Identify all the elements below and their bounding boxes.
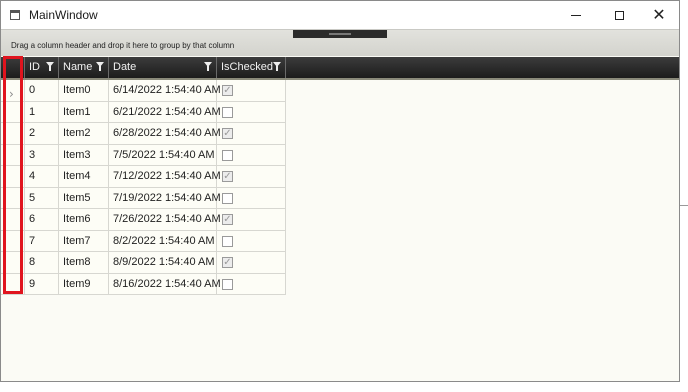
column-header-id[interactable]: ID	[25, 57, 59, 78]
row-header-highlight-box	[3, 56, 23, 294]
id-cell[interactable]: 4	[25, 166, 59, 187]
table-row[interactable]: 5 Item5 7/19/2022 1:54:40 AM	[1, 187, 286, 209]
ischecked-cell	[217, 101, 286, 122]
grid-rows: › 0 Item0 6/14/2022 1:54:40 AM ✓ 1 Item1 6/21/2…	[1, 80, 286, 295]
ischecked-cell: ✓	[217, 166, 286, 187]
app-icon	[10, 10, 20, 20]
title-bar[interactable]: MainWindow ✕	[1, 1, 679, 29]
close-button[interactable]: ✕	[639, 1, 679, 29]
id-cell[interactable]: 6	[25, 209, 59, 230]
window-title: MainWindow	[29, 8, 98, 22]
id-cell[interactable]: 0	[25, 80, 59, 101]
id-cell[interactable]: 8	[25, 252, 59, 273]
name-cell[interactable]: Item8	[59, 252, 109, 273]
date-cell[interactable]: 7/19/2022 1:54:40 AM	[109, 187, 221, 208]
column-header-label: Date	[113, 61, 137, 73]
ischecked-checkbox[interactable]	[222, 192, 233, 204]
date-cell[interactable]: 6/28/2022 1:54:40 AM	[109, 123, 221, 144]
minimize-button[interactable]	[556, 1, 596, 29]
column-header-label: IsChecked	[221, 61, 273, 73]
ischecked-cell	[217, 144, 286, 165]
maximize-button[interactable]	[599, 1, 639, 29]
date-cell[interactable]: 6/21/2022 1:54:40 AM	[109, 101, 221, 122]
date-cell[interactable]: 8/2/2022 1:54:40 AM	[109, 230, 217, 251]
ischecked-checkbox[interactable]: ✓	[222, 257, 233, 268]
main-window: MainWindow ✕ Drag a column header and dr…	[0, 0, 680, 382]
ischecked-cell: ✓	[217, 209, 286, 230]
filter-icon[interactable]	[46, 62, 54, 71]
ischecked-cell: ✓	[217, 252, 286, 273]
id-cell[interactable]: 5	[25, 187, 59, 208]
table-row[interactable]: 8 Item8 8/9/2022 1:54:40 AM ✓	[1, 252, 286, 274]
ischecked-cell	[217, 187, 286, 208]
ischecked-checkbox[interactable]: ✓	[222, 85, 233, 96]
table-row[interactable]: 7 Item7 8/2/2022 1:54:40 AM	[1, 230, 286, 252]
date-cell[interactable]: 7/5/2022 1:54:40 AM	[109, 144, 217, 165]
column-header-label: Name	[63, 61, 93, 73]
date-cell[interactable]: 8/16/2022 1:54:40 AM	[109, 273, 221, 294]
id-cell[interactable]: 9	[25, 273, 59, 294]
id-cell[interactable]: 1	[25, 101, 59, 122]
column-header-label: ID	[29, 61, 40, 73]
ischecked-checkbox[interactable]: ✓	[222, 214, 233, 225]
name-cell[interactable]: Item7	[59, 230, 109, 251]
ischecked-checkbox[interactable]	[222, 149, 233, 161]
maximize-icon	[614, 10, 624, 20]
id-cell[interactable]: 2	[25, 123, 59, 144]
table-row[interactable]: 2 Item2 6/28/2022 1:54:40 AM ✓	[1, 123, 286, 145]
filter-icon[interactable]	[273, 62, 281, 71]
filter-icon[interactable]	[96, 62, 104, 71]
ischecked-checkbox[interactable]: ✓	[222, 171, 233, 182]
table-row[interactable]: › 0 Item0 6/14/2022 1:54:40 AM ✓	[1, 80, 286, 102]
name-cell[interactable]: Item2	[59, 123, 109, 144]
ischecked-checkbox[interactable]	[222, 235, 233, 247]
table-row[interactable]: 6 Item6 7/26/2022 1:54:40 AM ✓	[1, 209, 286, 231]
date-cell[interactable]: 7/12/2022 1:54:40 AM	[109, 166, 221, 187]
name-cell[interactable]: Item5	[59, 187, 109, 208]
ischecked-cell	[217, 273, 286, 294]
background-line	[680, 205, 688, 206]
table-row[interactable]: 1 Item1 6/21/2022 1:54:40 AM	[1, 101, 286, 123]
filter-icon[interactable]	[204, 62, 212, 71]
close-icon: ✕	[652, 5, 666, 24]
date-cell[interactable]: 6/14/2022 1:54:40 AM	[109, 80, 221, 101]
date-cell[interactable]: 7/26/2022 1:54:40 AM	[109, 209, 221, 230]
minimize-icon	[571, 14, 581, 16]
name-cell[interactable]: Item3	[59, 144, 109, 165]
table-row[interactable]: 3 Item3 7/5/2022 1:54:40 AM	[1, 144, 286, 166]
column-header-ischecked[interactable]: IsChecked	[217, 57, 286, 78]
table-row[interactable]: 4 Item4 7/12/2022 1:54:40 AM ✓	[1, 166, 286, 188]
panel-grip-handle[interactable]	[293, 30, 387, 38]
column-header-date[interactable]: Date	[109, 57, 217, 78]
ischecked-cell: ✓	[217, 123, 286, 144]
ischecked-checkbox[interactable]	[222, 278, 233, 290]
name-cell[interactable]: Item1	[59, 101, 109, 122]
ischecked-checkbox[interactable]: ✓	[222, 128, 233, 139]
name-cell[interactable]: Item6	[59, 209, 109, 230]
grid-header: ID Name Date IsChecked	[1, 57, 679, 80]
date-cell[interactable]: 8/9/2022 1:54:40 AM	[109, 252, 217, 273]
column-header-name[interactable]: Name	[59, 57, 109, 78]
table-row[interactable]: 9 Item9 8/16/2022 1:54:40 AM	[1, 273, 286, 295]
ischecked-cell: ✓	[217, 80, 286, 101]
ischecked-cell	[217, 230, 286, 251]
ischecked-checkbox[interactable]	[222, 106, 233, 118]
id-cell[interactable]: 3	[25, 144, 59, 165]
group-panel[interactable]: Drag a column header and drop it here to…	[1, 29, 679, 56]
name-cell[interactable]: Item4	[59, 166, 109, 187]
name-cell[interactable]: Item0	[59, 80, 109, 101]
group-panel-hint: Drag a column header and drop it here to…	[11, 41, 235, 50]
name-cell[interactable]: Item9	[59, 273, 109, 294]
id-cell[interactable]: 7	[25, 230, 59, 251]
